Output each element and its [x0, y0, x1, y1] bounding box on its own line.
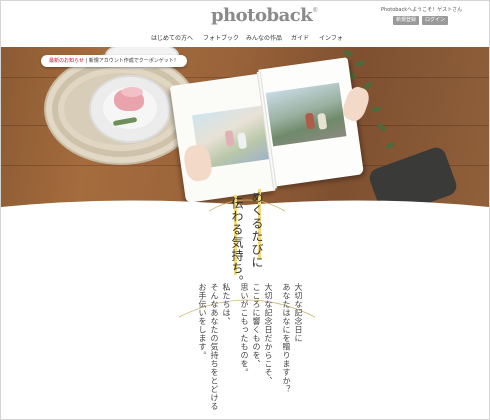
open-photobook — [169, 57, 366, 205]
nav-item-info[interactable]: インフォ — [319, 33, 343, 42]
news-label: 最新のお知らせ — [49, 58, 84, 64]
section-title-line-1: めくるたびに — [250, 191, 264, 269]
body-line-2: あなたはなにを贈りますか？ — [282, 283, 291, 394]
login-button[interactable]: ログイン — [422, 16, 448, 25]
nav-item-gallery[interactable]: みんなの作品 — [246, 33, 282, 42]
body-line-4: こころに響くものを、 — [252, 283, 261, 368]
body-line-6: 私たちは、 — [222, 283, 231, 326]
nav-item-beginners[interactable]: はじめての方へ — [151, 33, 193, 42]
body-line-5: 思いがこもったものを。 — [240, 283, 249, 377]
site-logo[interactable]: photoback® — [211, 5, 318, 26]
register-button[interactable]: 新規登録 — [393, 16, 419, 25]
news-banner[interactable]: 最新のお知らせ | 新規アカウント作成でクーポンゲット！ — [41, 55, 187, 67]
news-text: 新規アカウント作成でクーポンゲット！ — [88, 58, 179, 64]
intro-section: めくるたびに 伝わる気持ち。 大切な記念日に あなたはなにを贈りますか？ 大切な… — [1, 189, 489, 419]
pink-cake-top — [121, 87, 143, 97]
body-line-1: 大切な記念日に — [294, 283, 303, 343]
photo-right-page — [265, 82, 347, 147]
site-header: photoback® Photobackへようこそ！ゲストさん 新規登録 ログイ… — [1, 1, 489, 47]
decorative-arc — [208, 199, 286, 212]
section-title-line-2: 伝わる気持ち。 — [230, 197, 244, 288]
nav-item-photobook[interactable]: フォトブック — [203, 33, 239, 42]
body-line-3: 大切な記念日だからこそ、 — [264, 283, 273, 385]
page-frame: photoback® Photobackへようこそ！ゲストさん 新規登録 ログイ… — [0, 0, 490, 420]
news-separator: | — [85, 58, 88, 64]
hero-photo: 最新のお知らせ | 新規アカウント作成でクーポンゲット！ — [1, 47, 489, 207]
nav-item-guide[interactable]: ガイド — [291, 33, 309, 42]
body-line-8: お手伝いをします。 — [198, 283, 207, 360]
body-line-7: そんなあなたの気持ちをとどける — [210, 283, 219, 411]
welcome-message: Photobackへようこそ！ゲストさん — [381, 7, 463, 13]
